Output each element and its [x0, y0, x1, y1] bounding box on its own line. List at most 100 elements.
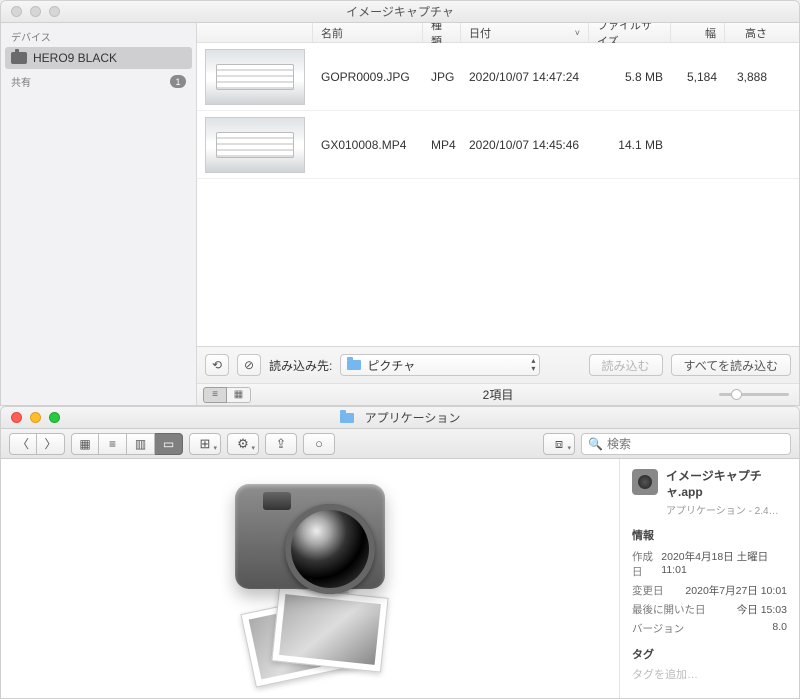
- search-input[interactable]: [607, 437, 784, 451]
- tags-button[interactable]: ○: [303, 433, 335, 455]
- info-kind-line: アプリケーション - 2.4…: [666, 502, 787, 517]
- cell-width: [671, 142, 725, 148]
- info-key: バージョン: [632, 621, 684, 636]
- info-key: 変更日: [632, 583, 664, 598]
- rotate-button[interactable]: ⟲: [205, 354, 229, 376]
- cell-width: 5,184: [671, 67, 725, 87]
- table-body: GOPR0009.JPG JPG 2020/10/07 14:47:24 5.8…: [197, 43, 799, 346]
- search-icon: 🔍: [588, 437, 603, 451]
- fd-title-text: アプリケーション: [365, 409, 461, 426]
- slider-knob-icon[interactable]: [731, 389, 742, 400]
- thumbnail-size-slider[interactable]: [719, 393, 789, 396]
- chevron-down-icon: ▾: [567, 444, 571, 452]
- ic-sidebar: デバイス HERO9 BLACK 共有 1: [1, 23, 197, 405]
- info-value: 8.0: [772, 621, 787, 636]
- cell-height: 3,888: [725, 67, 775, 87]
- cell-height: [725, 142, 775, 148]
- cell-name: GX010008.MP4: [313, 135, 423, 155]
- forward-button[interactable]: 〉: [37, 433, 65, 455]
- dropbox-button[interactable]: ⧈▾: [543, 433, 575, 455]
- finder-window: アプリケーション 〈 〉 ▦ ≡ ▥ ▭ ⊞▾ ⚙▾ ⇪ ○ ⧈▾ 🔍: [0, 406, 800, 699]
- image-capture-window: イメージキャプチャ デバイス HERO9 BLACK 共有 1 名前 種類 日付…: [0, 0, 800, 406]
- popup-arrows-icon: ▴▾: [531, 357, 535, 373]
- cell-size: 14.1 MB: [589, 135, 671, 155]
- info-value: 2020年7月27日 10:01: [685, 583, 787, 598]
- view-toggle: ≡ ▦: [203, 387, 251, 403]
- tags-input[interactable]: タグを追加…: [632, 666, 787, 682]
- info-value: 2020年4月18日 土曜日 11:01: [661, 549, 787, 579]
- info-app-name: イメージキャプチャ.app: [666, 469, 787, 500]
- col-thumb[interactable]: [197, 23, 313, 42]
- list-view-button[interactable]: ≡: [99, 433, 127, 455]
- cell-date: 2020/10/07 14:45:46: [461, 135, 589, 155]
- col-date[interactable]: 日付˅: [461, 23, 589, 42]
- col-size[interactable]: ファイルサイズ: [589, 23, 671, 42]
- ic-title: イメージキャプチャ: [1, 3, 799, 20]
- gallery-view-button[interactable]: ▭: [155, 433, 183, 455]
- folder-icon: [340, 413, 354, 423]
- info-key: 作成日: [632, 549, 661, 579]
- chevron-down-icon: ▾: [213, 444, 217, 452]
- sidebar-devices-header: デバイス: [1, 23, 196, 46]
- minimize-icon[interactable]: [30, 412, 41, 423]
- search-field[interactable]: 🔍: [581, 433, 791, 455]
- view-mode-buttons: ▦ ≡ ▥ ▭: [71, 433, 183, 455]
- grid-view-button[interactable]: ▦: [227, 387, 251, 403]
- delete-button[interactable]: ⊘: [237, 354, 261, 376]
- action-button[interactable]: ⚙▾: [227, 433, 259, 455]
- thumbnail: [205, 117, 305, 173]
- lens-icon: [285, 504, 375, 594]
- photo-icon: [271, 586, 388, 672]
- item-count: 2項目: [483, 386, 514, 403]
- cell-kind: JPG: [423, 67, 461, 87]
- chevron-down-icon: ▾: [251, 444, 255, 452]
- nav-buttons: 〈 〉: [9, 433, 65, 455]
- cell-size: 5.8 MB: [589, 67, 671, 87]
- cell-name: GOPR0009.JPG: [313, 67, 423, 87]
- folder-icon: [347, 360, 361, 370]
- sort-indicator-icon: ˅: [575, 28, 580, 38]
- ic-main: 名前 種類 日付˅ ファイルサイズ 幅 高さ GOPR0009.JPG JPG …: [197, 23, 799, 405]
- ic-titlebar: イメージキャプチャ: [1, 1, 799, 23]
- info-section-header: 情報: [632, 527, 787, 543]
- sidebar-share-header[interactable]: 共有 1: [1, 70, 196, 91]
- col-kind[interactable]: 種類: [423, 23, 461, 42]
- share-label: 共有: [11, 74, 31, 89]
- arrange-button[interactable]: ⊞▾: [189, 433, 221, 455]
- col-name[interactable]: 名前: [313, 23, 423, 42]
- zoom-icon[interactable]: [49, 412, 60, 423]
- thumbnail: [205, 49, 305, 105]
- fd-info-panel: イメージキャプチャ.app アプリケーション - 2.4… 情報 作成日2020…: [619, 459, 799, 698]
- import-destination-popup[interactable]: ピクチャ ▴▾: [340, 354, 540, 376]
- close-icon[interactable]: [11, 412, 22, 423]
- app-icon-small: [632, 469, 658, 495]
- back-button[interactable]: 〈: [9, 433, 37, 455]
- camera-body-icon: [235, 484, 385, 589]
- import-button[interactable]: 読み込む: [589, 354, 663, 376]
- device-label: HERO9 BLACK: [33, 51, 117, 65]
- list-view-button[interactable]: ≡: [203, 387, 227, 403]
- col-height[interactable]: 高さ: [725, 23, 775, 42]
- import-all-button[interactable]: すべてを読み込む: [671, 354, 791, 376]
- fd-titlebar: アプリケーション: [1, 407, 799, 429]
- ic-footer: ⟲ ⊘ 読み込み先: ピクチャ ▴▾ 読み込む すべてを読み込む ≡ ▦: [197, 346, 799, 405]
- app-icon-large: [215, 484, 405, 674]
- fd-gallery[interactable]: [1, 459, 619, 698]
- column-view-button[interactable]: ▥: [127, 433, 155, 455]
- share-button[interactable]: ⇪: [265, 433, 297, 455]
- camera-icon: [11, 52, 27, 64]
- viewfinder-icon: [263, 492, 291, 510]
- table-row[interactable]: GOPR0009.JPG JPG 2020/10/07 14:47:24 5.8…: [197, 43, 799, 111]
- info-section-header: タグ: [632, 646, 787, 662]
- fd-toolbar: 〈 〉 ▦ ≡ ▥ ▭ ⊞▾ ⚙▾ ⇪ ○ ⧈▾ 🔍: [1, 429, 799, 459]
- import-to-label: 読み込み先:: [269, 357, 332, 374]
- col-width[interactable]: 幅: [671, 23, 725, 42]
- icon-view-button[interactable]: ▦: [71, 433, 99, 455]
- sidebar-item-device[interactable]: HERO9 BLACK: [5, 47, 192, 69]
- cell-date: 2020/10/07 14:47:24: [461, 67, 589, 87]
- info-key: 最後に開いた日: [632, 602, 706, 617]
- table-header: 名前 種類 日付˅ ファイルサイズ 幅 高さ: [197, 23, 799, 43]
- ic-status-bar: ≡ ▦ 2項目: [197, 383, 799, 405]
- info-value: 今日 15:03: [737, 602, 787, 617]
- table-row[interactable]: GX010008.MP4 MP4 2020/10/07 14:45:46 14.…: [197, 111, 799, 179]
